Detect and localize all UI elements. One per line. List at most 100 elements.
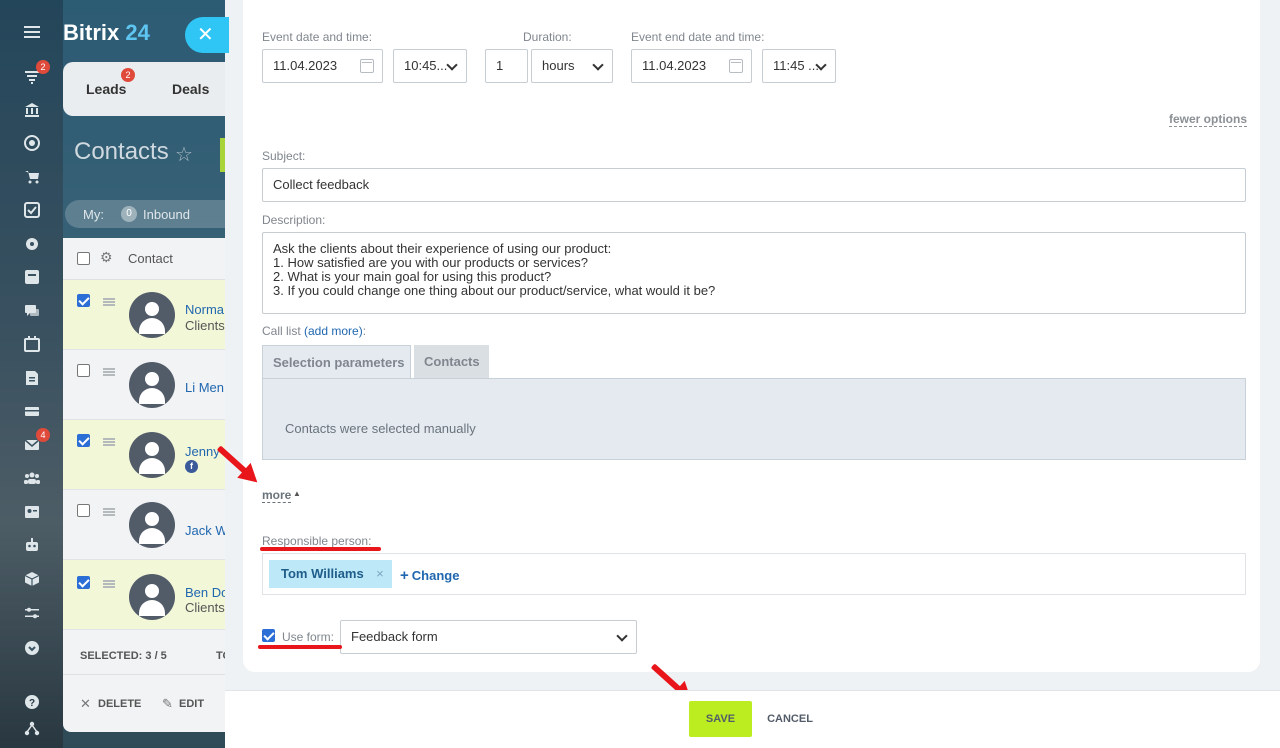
menu-icon[interactable]: [21, 21, 43, 43]
fewer-options-link[interactable]: fewer options: [1169, 112, 1248, 127]
robot-icon[interactable]: [21, 534, 43, 556]
event-end-date-input[interactable]: 11.04.2023: [631, 49, 752, 83]
calendar-icon[interactable]: [21, 333, 43, 355]
drag-handle-icon[interactable]: [103, 438, 115, 446]
footer-total-label: TO: [216, 650, 225, 662]
chevron-circle-icon[interactable]: [21, 637, 43, 659]
call-list-colon: :: [362, 324, 367, 338]
call-list-text: Call list: [262, 324, 301, 338]
contact-name[interactable]: Ben Do: [185, 585, 225, 600]
description-label: Description:: [262, 213, 326, 227]
filter-my-label: My:: [83, 207, 104, 222]
tab-selection-parameters[interactable]: Selection parameters: [262, 345, 411, 379]
edit-button[interactable]: EDIT: [179, 698, 204, 710]
avatar: [129, 292, 175, 338]
call-list-panel-text: Contacts were selected manually: [285, 421, 476, 436]
cart-icon[interactable]: [21, 166, 43, 188]
delete-icon[interactable]: ✕: [80, 696, 91, 712]
table-row[interactable]: Jack W: [63, 490, 225, 560]
row-checkbox[interactable]: [77, 576, 90, 589]
event-end-date-value: 11.04.2023: [642, 58, 707, 73]
leads-badge: 2: [121, 68, 135, 82]
tab-leads[interactable]: Leads: [86, 81, 126, 97]
row-checkbox[interactable]: [77, 294, 90, 307]
event-end-time-select[interactable]: 11:45 ...: [762, 49, 836, 83]
group-icon[interactable]: [21, 467, 43, 489]
save-button[interactable]: SAVE: [689, 701, 752, 737]
subject-value: Collect feedback: [273, 177, 370, 192]
gear-icon[interactable]: ⚙: [100, 249, 113, 266]
selected-count: SELECTED: 3 / 5: [80, 650, 167, 662]
chat-icon[interactable]: [21, 300, 43, 322]
puzzle-icon[interactable]: [21, 233, 43, 255]
filter-bar[interactable]: My: 0 Inbound: [65, 200, 225, 228]
description-textarea[interactable]: Ask the clients about their experience o…: [262, 232, 1246, 314]
contact-name[interactable]: Li Men: [185, 380, 224, 395]
event-time-select[interactable]: 10:45...: [393, 49, 467, 83]
row-checkbox[interactable]: [77, 364, 90, 377]
column-header-contact[interactable]: Contact: [128, 251, 173, 266]
table-row[interactable]: Norma Clients: [63, 280, 225, 350]
tasks-icon[interactable]: [21, 199, 43, 221]
contact-name[interactable]: Norma: [185, 302, 224, 317]
event-date-input[interactable]: 11.04.2023: [262, 49, 383, 83]
remove-icon[interactable]: ×: [376, 560, 384, 588]
table-row[interactable]: Ben Do Clients: [63, 560, 225, 630]
avatar: [129, 574, 175, 620]
row-checkbox[interactable]: [77, 504, 90, 517]
drag-handle-icon[interactable]: [103, 508, 115, 516]
calendar-icon[interactable]: [360, 59, 374, 73]
chevron-down-icon: [446, 59, 458, 71]
drag-handle-icon[interactable]: [103, 298, 115, 306]
call-list-panel: Contacts were selected manually: [262, 378, 1246, 460]
duration-input[interactable]: 1: [485, 49, 528, 83]
drag-handle-icon[interactable]: [103, 368, 115, 376]
delete-button[interactable]: DELETE: [98, 698, 141, 710]
table-row[interactable]: Li Men: [63, 350, 225, 420]
filter-inbound[interactable]: Inbound: [143, 207, 190, 222]
drag-handle-icon[interactable]: [103, 580, 115, 588]
row-checkbox[interactable]: [77, 434, 90, 447]
cancel-button[interactable]: CANCEL: [757, 701, 823, 737]
funnel-icon[interactable]: 2: [21, 60, 50, 88]
change-link-text: Change: [411, 568, 460, 583]
select-all-checkbox[interactable]: [77, 252, 90, 265]
cube-icon[interactable]: [21, 568, 43, 590]
mail-icon[interactable]: 4: [21, 428, 50, 456]
calendar-icon[interactable]: [729, 59, 743, 73]
responsible-chip[interactable]: Tom Williams ×: [269, 560, 392, 588]
chevron-down-icon: [616, 630, 628, 642]
inbox-icon[interactable]: [21, 400, 43, 422]
tab-deals[interactable]: Deals: [172, 81, 209, 97]
star-icon[interactable]: ☆: [175, 142, 193, 167]
table-row[interactable]: Jenny f: [63, 420, 225, 490]
sliders-icon[interactable]: [21, 602, 43, 624]
contact-card-icon[interactable]: [21, 501, 43, 523]
contact-name[interactable]: Jack W: [185, 523, 225, 538]
sitemap-icon[interactable]: [21, 718, 43, 740]
app-logo[interactable]: Bitrix 24: [63, 20, 150, 46]
contact-type: Clients: [185, 600, 225, 615]
add-more-link[interactable]: (add more): [304, 324, 363, 338]
call-list-label: Call list (add more):: [262, 324, 366, 338]
event-date-value: 11.04.2023: [273, 58, 338, 73]
edit-icon[interactable]: ✎: [162, 696, 173, 712]
responsible-name: Tom Williams: [281, 566, 364, 581]
change-responsible-link[interactable]: + Change: [400, 567, 459, 584]
document-icon[interactable]: [21, 367, 43, 389]
target-icon[interactable]: [21, 132, 43, 154]
bank-icon[interactable]: [21, 99, 43, 121]
description-line: 1. How satisfied are you with our produc…: [273, 255, 589, 270]
duration-unit-select[interactable]: hours: [531, 49, 613, 83]
annotation-underline: [260, 547, 381, 551]
help-icon[interactable]: ?: [21, 691, 43, 713]
facebook-icon: f: [185, 460, 198, 473]
more-link[interactable]: more: [262, 488, 292, 503]
use-form-select[interactable]: Feedback form: [340, 620, 637, 654]
subject-input[interactable]: Collect feedback: [262, 168, 1246, 202]
feed-icon[interactable]: [21, 266, 43, 288]
tab-contacts[interactable]: Contacts: [414, 345, 489, 378]
annotation-underline: [258, 645, 342, 649]
close-slider-button[interactable]: ✕: [185, 17, 229, 53]
use-form-checkbox[interactable]: [262, 629, 275, 642]
